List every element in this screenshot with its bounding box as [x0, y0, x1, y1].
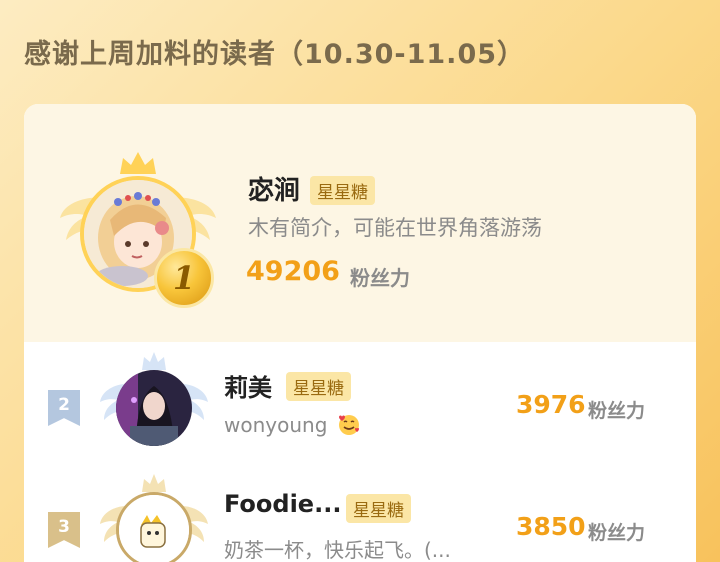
- page-title: 感谢上周加料的读者（10.30-11.05）: [24, 39, 526, 70]
- status-badge: 星星糖: [310, 176, 375, 205]
- reader-description: 木有简介，可能在世界角落游荡: [248, 216, 542, 240]
- avatar[interactable]: [116, 492, 192, 562]
- crown-icon: [142, 352, 166, 370]
- status-badge: 星星糖: [286, 372, 351, 401]
- score-value: 3976: [516, 390, 586, 419]
- reader-name: Foodie...: [224, 490, 342, 518]
- score-unit: 粉丝力: [588, 400, 646, 422]
- avatar[interactable]: [116, 370, 192, 446]
- smiling-hearts-emoji-icon: [338, 415, 359, 435]
- reader-description: 奶茶一杯，快乐起飞。(...: [224, 538, 451, 562]
- rank-3-flag-icon: 3: [48, 512, 80, 548]
- top-reader-avatar-frame: 1: [58, 150, 218, 308]
- status-badge: 星星糖: [346, 494, 411, 523]
- reader-description: wonyoung: [224, 412, 362, 437]
- list-item[interactable]: 3 Foodie... 星星糖 奶茶一杯，快乐起飞。(... 3850 粉丝力: [24, 464, 696, 562]
- crown-icon: [142, 474, 166, 492]
- avatar-frame: [98, 350, 210, 460]
- score-value: 49206: [246, 256, 340, 287]
- reader-description-text: wonyoung: [224, 413, 328, 437]
- leaderboard-card: 1 宓涧 星星糖 木有简介，可能在世界角落游荡 49206 粉丝力 2 莉美 星…: [24, 104, 696, 562]
- score-unit: 粉丝力: [588, 522, 646, 544]
- score-unit: 粉丝力: [350, 266, 410, 290]
- rank-1-medal-icon: 1: [154, 248, 214, 308]
- crown-icon: [120, 152, 156, 174]
- score-value: 3850: [516, 512, 586, 541]
- avatar-frame: [98, 472, 210, 562]
- reader-name: 莉美: [224, 374, 272, 402]
- list-item[interactable]: 2 莉美 星星糖 wonyoung 3976 粉丝力: [24, 342, 696, 460]
- rank-2-flag-icon: 2: [48, 390, 80, 426]
- reader-name: 宓涧: [248, 176, 301, 206]
- top-reader-row[interactable]: 1 宓涧 星星糖 木有简介，可能在世界角落游荡 49206 粉丝力: [24, 104, 696, 342]
